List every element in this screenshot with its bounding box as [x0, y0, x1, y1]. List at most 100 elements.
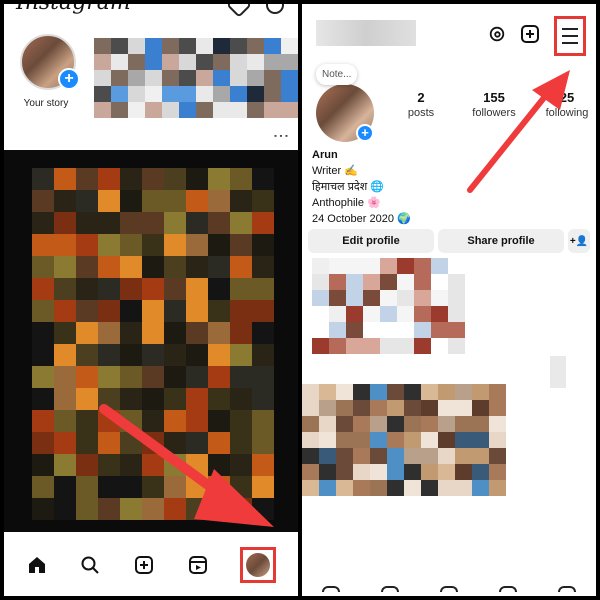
pixel-tile	[54, 190, 76, 212]
pixel-tile	[404, 416, 421, 432]
pixel-tile	[120, 300, 142, 322]
pixel-tile	[264, 86, 281, 102]
pixel-tile	[252, 410, 274, 432]
feed-screen: Instagram + Your story ⋮	[4, 4, 298, 596]
nav-icon-partial[interactable]	[381, 586, 400, 592]
posts-grid-blurred[interactable]	[302, 384, 506, 496]
pixel-tile	[120, 388, 142, 410]
pixel-tile	[213, 38, 230, 54]
pixel-tile	[397, 306, 414, 322]
pixel-tile	[302, 464, 319, 480]
pixel-tile	[387, 432, 404, 448]
notifications-icon[interactable]	[226, 4, 252, 18]
pixel-tile	[213, 102, 230, 118]
pixel-tile	[472, 384, 489, 400]
pixel-tile	[230, 256, 252, 278]
stat-following[interactable]: 25 following	[542, 90, 592, 119]
pixel-tile	[162, 38, 179, 54]
pixel-tile	[186, 256, 208, 278]
pixel-tile	[319, 384, 336, 400]
edit-profile-button[interactable]: Edit profile	[308, 229, 434, 253]
pixel-tile	[120, 476, 142, 498]
pixel-tile	[32, 410, 54, 432]
pixel-tile	[346, 322, 363, 338]
pixel-tile	[98, 212, 120, 234]
pixel-tile	[111, 38, 128, 54]
pixel-tile	[120, 410, 142, 432]
pixel-tile	[142, 344, 164, 366]
note-bubble[interactable]: Note...	[316, 64, 358, 85]
pixel-tile	[380, 322, 397, 338]
messages-icon[interactable]	[266, 4, 284, 14]
home-icon[interactable]	[26, 554, 48, 576]
pixel-tile	[142, 388, 164, 410]
pixel-tile	[387, 464, 404, 480]
pixel-tile	[431, 290, 448, 306]
pixel-tile	[164, 476, 186, 498]
pixel-tile	[76, 344, 98, 366]
add-person-icon[interactable]: +👤	[568, 229, 590, 253]
pixel-tile	[336, 416, 353, 432]
username-blurred[interactable]	[316, 20, 416, 46]
pixel-tile	[230, 300, 252, 322]
post-more-icon[interactable]: ⋮	[271, 128, 290, 142]
pixel-tile	[455, 448, 472, 464]
reels-icon[interactable]	[187, 554, 209, 576]
pixel-tile	[208, 322, 230, 344]
add-story-icon[interactable]: +	[356, 124, 374, 142]
pixel-tile	[76, 454, 98, 476]
threads-icon[interactable]	[488, 25, 506, 48]
pixel-tile	[489, 384, 506, 400]
pixel-tile	[312, 306, 329, 322]
pixel-tile	[186, 498, 208, 520]
story-avatar[interactable]: +	[20, 34, 80, 90]
feed-post-image[interactable]	[4, 150, 298, 532]
profile-actions: Edit profile Share profile +👤	[308, 229, 590, 253]
pixel-tile	[252, 256, 274, 278]
pixel-tile	[252, 498, 274, 520]
pixel-tile	[472, 464, 489, 480]
add-story-icon[interactable]: +	[58, 68, 80, 90]
your-story[interactable]: + Your story	[18, 34, 80, 109]
pixel-tile	[281, 70, 298, 86]
pixel-tile	[76, 234, 98, 256]
stat-followers[interactable]: 155 followers	[469, 90, 519, 119]
nav-icon-partial[interactable]	[557, 586, 576, 592]
pixel-tile	[164, 278, 186, 300]
stat-value: 155	[483, 90, 505, 105]
pixel-tile	[76, 212, 98, 234]
pixel-tile	[312, 290, 329, 306]
nav-icon-partial[interactable]	[322, 586, 341, 592]
pixel-tile	[370, 432, 387, 448]
pixel-tile	[142, 234, 164, 256]
pixel-tile	[353, 448, 370, 464]
pixel-tile	[370, 448, 387, 464]
pixel-tile	[336, 432, 353, 448]
pixel-tile	[186, 366, 208, 388]
share-profile-button[interactable]: Share profile	[438, 229, 564, 253]
pixel-tile	[281, 54, 298, 70]
pixel-tile	[431, 258, 448, 274]
pixel-tile	[247, 70, 264, 86]
pixel-tile	[230, 410, 252, 432]
nav-icon-partial[interactable]	[498, 586, 517, 592]
pixel-tile	[145, 86, 162, 102]
stat-label: followers	[472, 107, 516, 119]
pixel-tile	[472, 400, 489, 416]
pixel-tile	[302, 416, 319, 432]
search-icon[interactable]	[79, 554, 101, 576]
bio-line: Writer ✍️	[312, 165, 358, 177]
stat-posts[interactable]: 2 posts	[396, 90, 446, 119]
pixel-tile	[455, 464, 472, 480]
pixel-tile	[414, 274, 431, 290]
menu-icon[interactable]	[554, 16, 586, 56]
nav-icon-partial[interactable]	[439, 586, 458, 592]
profile-avatar-icon[interactable]	[246, 553, 271, 577]
create-icon[interactable]	[133, 554, 155, 576]
pixel-tile	[230, 344, 252, 366]
pixel-tile	[247, 102, 264, 118]
profile-tab-highlighted[interactable]	[240, 547, 277, 583]
pixel-tile	[179, 54, 196, 70]
create-icon[interactable]	[520, 24, 540, 49]
pixel-tile	[312, 322, 329, 338]
